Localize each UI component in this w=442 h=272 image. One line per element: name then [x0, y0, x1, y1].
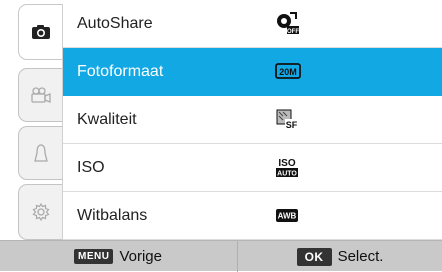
photo-size-20m-icon: 20M: [275, 59, 301, 83]
iso-auto-icon: ISO AUTO: [275, 155, 299, 179]
menu-item-witbalans[interactable]: Witbalans AWB: [63, 192, 442, 240]
back-label: Vorige: [119, 248, 162, 265]
svg-text:ISO: ISO: [278, 158, 295, 169]
menu-item-label: Fotoformaat: [77, 63, 164, 80]
white-balance-auto-icon: AWB: [275, 203, 299, 227]
menu-item-label: AutoShare: [77, 15, 153, 32]
menu-item-autoshare[interactable]: AutoShare OFF: [63, 0, 442, 48]
settings-menu: AutoShare OFF Fotoformaat 20M Kwaliteit: [63, 0, 442, 240]
svg-text:20M: 20M: [279, 67, 297, 77]
menu-item-fotoformaat[interactable]: Fotoformaat 20M: [63, 48, 442, 96]
menu-key-badge: MENU: [74, 249, 114, 264]
menu-item-kwaliteit[interactable]: Kwaliteit SF: [63, 96, 442, 144]
user-icon: [33, 143, 49, 163]
back-button[interactable]: MENU Vorige: [0, 241, 236, 272]
svg-text:OFF: OFF: [287, 29, 299, 35]
video-camera-icon: [30, 87, 52, 103]
menu-item-label: ISO: [77, 159, 105, 176]
tab-camera[interactable]: [18, 4, 62, 60]
svg-text:AWB: AWB: [278, 212, 297, 221]
tab-video[interactable]: [18, 68, 62, 122]
bottom-bar: MENU Vorige OK Select.: [0, 240, 442, 272]
quality-superfine-icon: SF: [275, 107, 299, 131]
svg-text:SF: SF: [286, 120, 298, 130]
camera-icon: [31, 24, 51, 40]
select-button[interactable]: OK Select.: [237, 241, 442, 272]
ok-key-badge: OK: [296, 247, 332, 266]
select-label: Select.: [337, 248, 384, 265]
tab-settings[interactable]: [18, 184, 62, 240]
svg-text:AUTO: AUTO: [277, 171, 297, 178]
gear-icon: [31, 202, 51, 222]
menu-item-label: Witbalans: [77, 207, 148, 224]
settings-tab-column: [18, 4, 62, 240]
tab-user[interactable]: [18, 126, 62, 180]
menu-item-iso[interactable]: ISO ISO AUTO: [63, 144, 442, 192]
menu-item-label: Kwaliteit: [77, 111, 137, 128]
autoshare-off-icon: OFF: [275, 11, 299, 35]
